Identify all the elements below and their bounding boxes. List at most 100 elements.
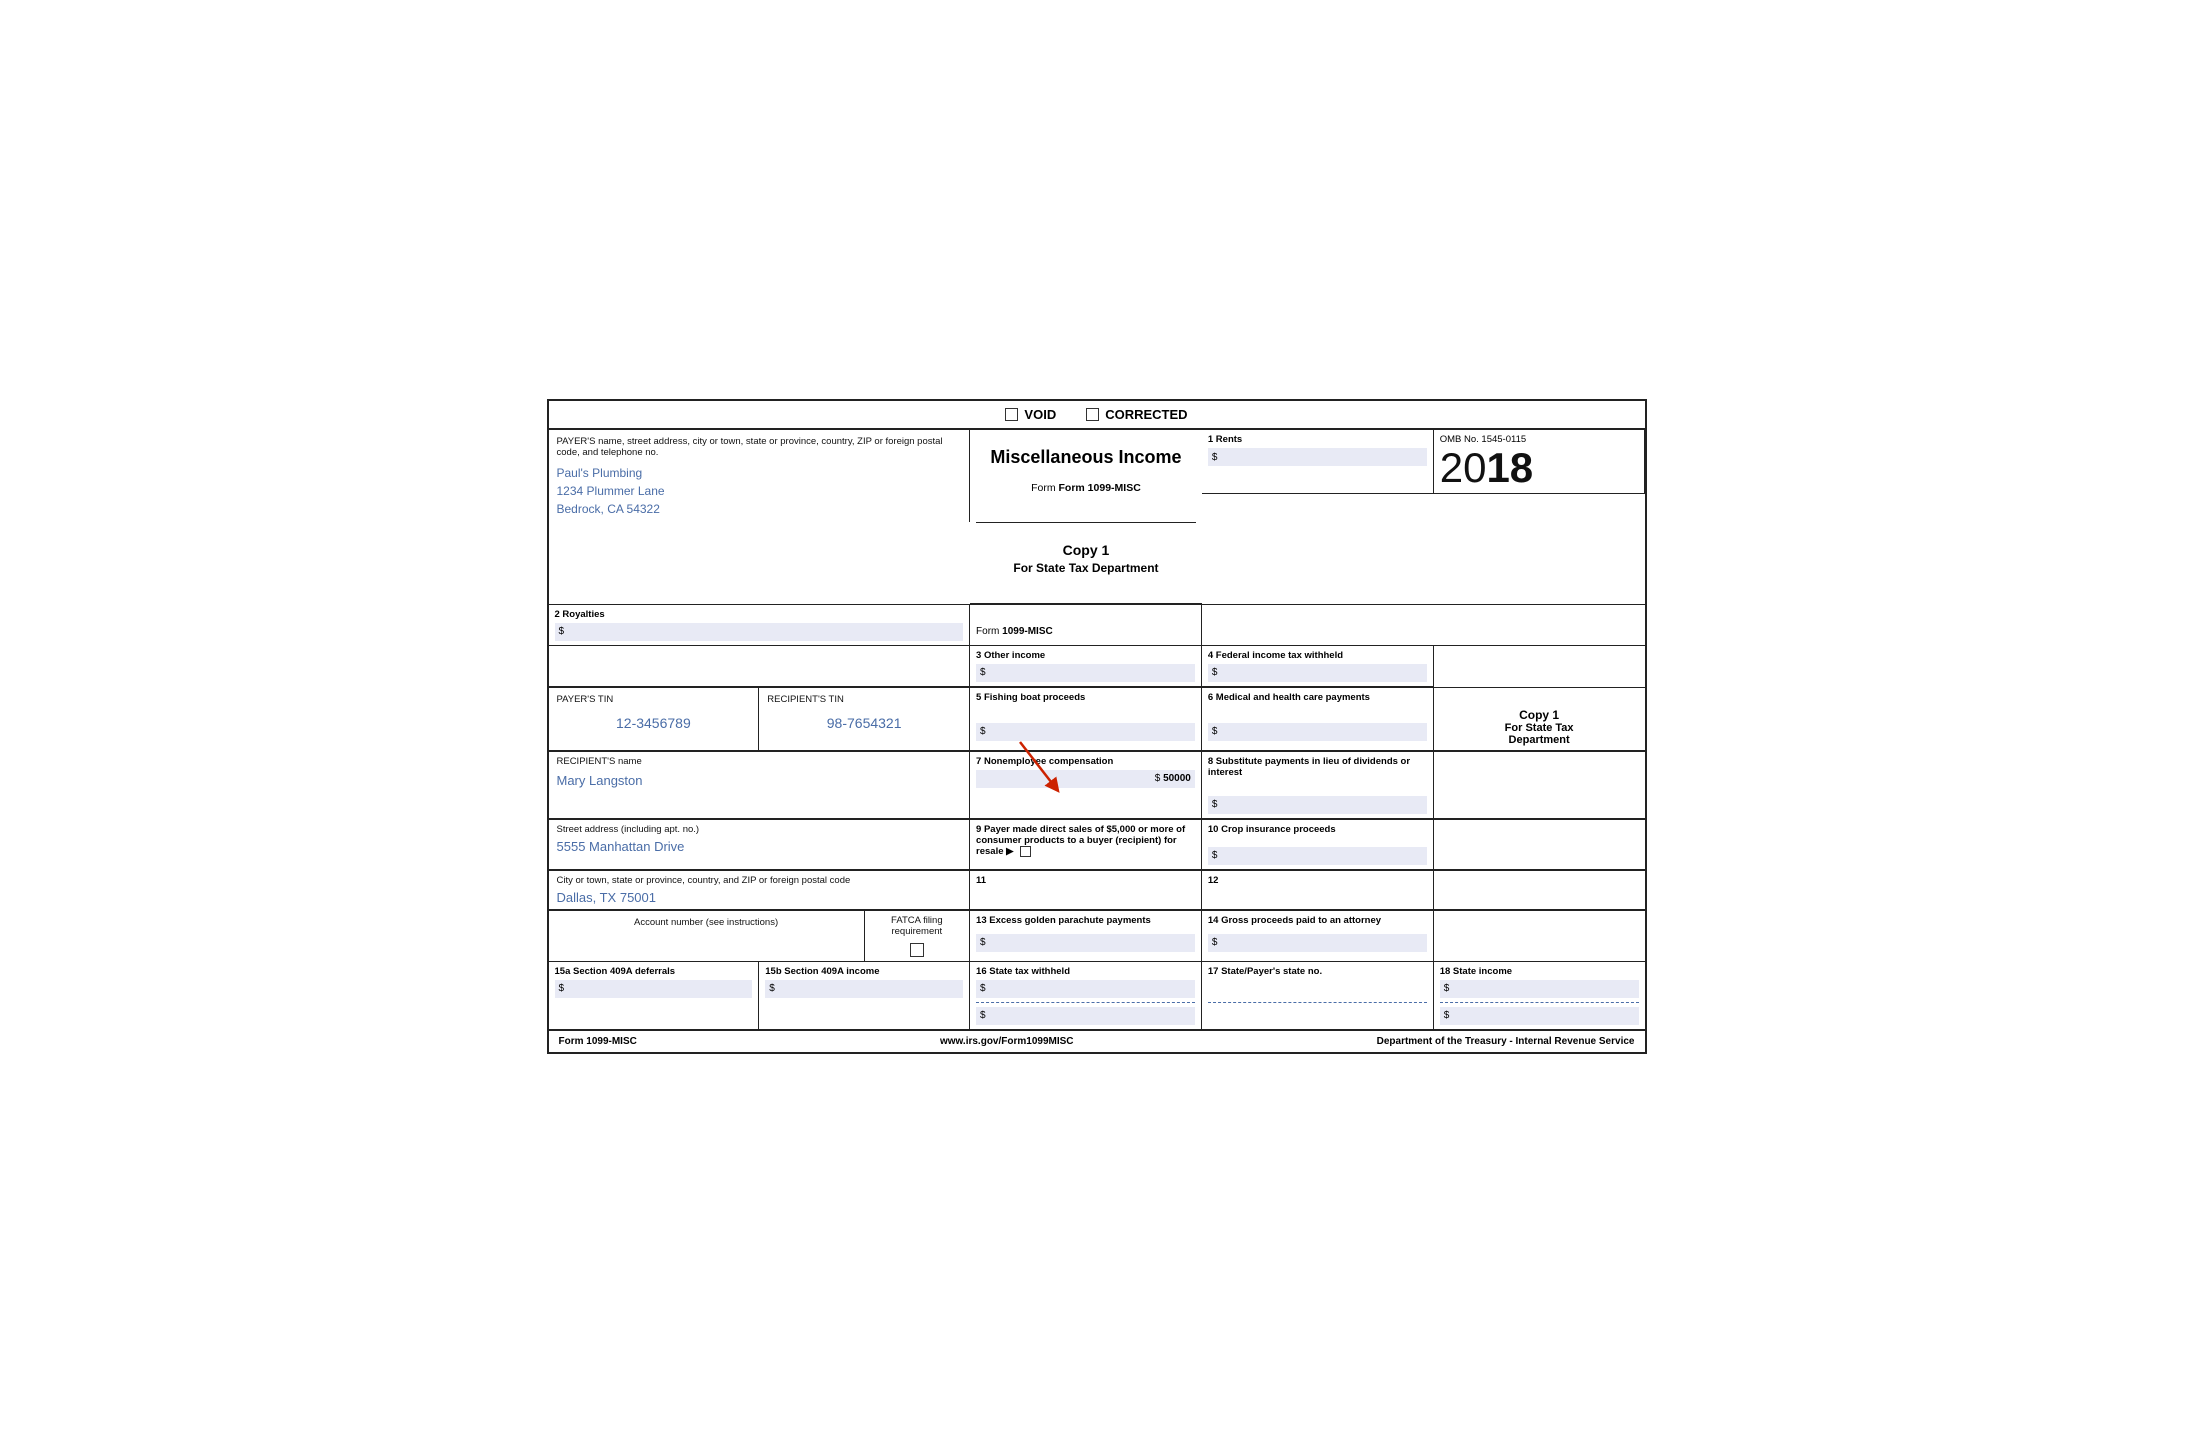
red-arrow-annotation — [990, 732, 1080, 802]
box15b-value[interactable]: $ — [765, 980, 963, 998]
box3-label: 3 Other income — [976, 650, 1195, 661]
footer-dept: Department of the Treasury - Internal Re… — [1377, 1036, 1635, 1047]
box9: 9 Payer made direct sales of $5,000 or m… — [970, 820, 1202, 870]
form-title: Miscellaneous Income — [990, 446, 1181, 469]
box16-value2[interactable]: $ — [976, 1007, 1195, 1025]
box15a-label: 15a Section 409A deferrals — [555, 966, 753, 977]
box14-value[interactable]: $ — [1208, 934, 1427, 952]
recipient-name-cell: RECIPIENT'S name Mary Langston — [549, 752, 971, 819]
box15a: 15a Section 409A deferrals $ — [549, 962, 760, 1029]
section-15-row: 15a Section 409A deferrals $ 15b Section… — [549, 962, 1645, 1030]
box18-value2[interactable]: $ — [1440, 1007, 1639, 1025]
city-value: Dallas, TX 75001 — [557, 890, 962, 905]
payer-spacer — [549, 646, 971, 687]
box4: 4 Federal income tax withheld $ — [1202, 646, 1434, 687]
box2: 2 Royalties $ — [549, 605, 971, 645]
box10: 10 Crop insurance proceeds $ — [1202, 820, 1434, 870]
void-checkbox[interactable] — [1005, 408, 1018, 421]
city-label: City or town, state or province, country… — [557, 875, 962, 886]
box9-label: 9 Payer made direct sales of $5,000 or m… — [976, 824, 1195, 857]
box2-value[interactable]: $ — [555, 623, 964, 641]
payer-tin-cell: PAYER'S TIN 12-3456789 — [549, 688, 760, 751]
payer-address: 1234 Plummer Lane — [557, 484, 962, 498]
footer-form-name: Form 1099-MISC — [559, 1036, 637, 1047]
account-filler — [1434, 911, 1645, 961]
box10-label: 10 Crop insurance proceeds — [1208, 824, 1427, 835]
box11: 11 — [970, 871, 1202, 909]
box5-label: 5 Fishing boat proceeds — [976, 692, 1195, 703]
recipient-tin-value: 98-7654321 — [767, 715, 961, 731]
copy1-label: Copy 1 For State Tax Department — [976, 531, 1196, 587]
box13-label: 13 Excess golden parachute payments — [976, 915, 1195, 926]
box9-checkbox[interactable] — [1020, 846, 1031, 857]
fatca-label: FATCA filing requirement — [871, 915, 963, 937]
footer-website: www.irs.gov/Form1099MISC — [940, 1036, 1074, 1047]
account-row: Account number (see instructions) FATCA … — [549, 910, 1645, 962]
account-cell: Account number (see instructions) — [549, 911, 865, 961]
box17-value2 — [1208, 1007, 1427, 1025]
street-row: Street address (including apt. no.) 5555… — [549, 820, 1645, 871]
tin-row: PAYER'S TIN 12-3456789 RECIPIENT'S TIN 9… — [549, 688, 1645, 752]
box1-value[interactable]: $ — [1208, 448, 1427, 466]
copy1-number: Copy 1 — [1440, 708, 1639, 722]
box11-label: 11 — [976, 875, 1195, 886]
city-row: City or town, state or province, country… — [549, 871, 1645, 910]
box16-label: 16 State tax withheld — [976, 966, 1195, 977]
payer-name: Paul's Plumbing — [557, 466, 962, 480]
corrected-checkbox-label[interactable]: CORRECTED — [1086, 407, 1187, 422]
omb-area: OMB No. 1545-0115 2018 — [1434, 430, 1645, 494]
box15a-value[interactable]: $ — [555, 980, 753, 998]
box10-value[interactable]: $ — [1208, 847, 1427, 865]
misc-income-copy-filler — [1434, 646, 1645, 687]
box18: 18 State income $ $ — [1434, 962, 1645, 1029]
fatca-checkbox[interactable] — [910, 943, 924, 957]
row11-filler — [1434, 871, 1645, 909]
box17: 17 State/Payer's state no. — [1202, 962, 1434, 1029]
void-label: VOID — [1024, 407, 1056, 422]
box13-value[interactable]: $ — [976, 934, 1195, 952]
form-1099-misc-label-area: Form 1099-MISC — [970, 605, 1202, 645]
box3-value[interactable]: $ — [976, 664, 1195, 682]
box6: 6 Medical and health care payments $ — [1202, 688, 1434, 751]
city-label-cell: City or town, state or province, country… — [549, 871, 971, 909]
box7: 7 Nonemployee compensation $ 50000 — [970, 752, 1202, 819]
year-prefix: 20 — [1440, 447, 1487, 489]
box18-divider — [1440, 1002, 1639, 1003]
form-name-header: Form Form 1099-MISC — [1031, 482, 1141, 494]
misc-income-placeholder — [1202, 605, 1434, 645]
box16-value1[interactable]: $ — [976, 980, 1195, 998]
street-value: 5555 Manhattan Drive — [557, 839, 962, 854]
row9-filler — [1434, 820, 1645, 870]
copy-number: Copy 1 — [981, 541, 1191, 561]
payer-info: PAYER'S name, street address, city or to… — [549, 430, 971, 522]
street-label: Street address (including apt. no.) — [557, 824, 962, 835]
box18-value1[interactable]: $ — [1440, 980, 1639, 998]
payer-tin-label: PAYER'S TIN — [557, 694, 751, 705]
box4-value[interactable]: $ — [1208, 664, 1427, 682]
box17-divider — [1208, 1002, 1427, 1003]
box3: 3 Other income $ — [970, 646, 1202, 687]
misc-income-area: Miscellaneous Income Form Form 1099-MISC… — [970, 430, 1202, 604]
recipient-row: RECIPIENT'S name Mary Langston 7 Nonempl… — [549, 752, 1645, 820]
void-checkbox-label[interactable]: VOID — [1005, 407, 1056, 422]
box17-label: 17 State/Payer's state no. — [1208, 966, 1427, 977]
copy1-side-label: Copy 1 For State TaxDepartment — [1434, 688, 1645, 751]
footer: Form 1099-MISC www.irs.gov/Form1099MISC … — [549, 1030, 1645, 1052]
payer-tin-value: 12-3456789 — [557, 715, 751, 731]
box6-value[interactable]: $ — [1208, 723, 1427, 741]
box15b-label: 15b Section 409A income — [765, 966, 963, 977]
box1-label: 1 Rents — [1208, 434, 1427, 445]
corrected-label: CORRECTED — [1105, 407, 1187, 422]
box6-label: 6 Medical and health care payments — [1208, 692, 1427, 703]
header-row: VOID CORRECTED — [549, 401, 1645, 430]
box8-value[interactable]: $ — [1208, 796, 1427, 814]
box8-label: 8 Substitute payments in lieu of dividen… — [1208, 756, 1427, 778]
box15b: 15b Section 409A income $ — [759, 962, 970, 1029]
account-label: Account number (see instructions) — [557, 917, 856, 928]
box12: 12 — [1202, 871, 1434, 909]
recipient-name-label: RECIPIENT'S name — [557, 756, 962, 767]
box13: 13 Excess golden parachute payments $ — [970, 911, 1202, 961]
corrected-checkbox[interactable] — [1086, 408, 1099, 421]
box14: 14 Gross proceeds paid to an attorney $ — [1202, 911, 1434, 961]
box1: 1 Rents $ — [1202, 430, 1434, 494]
